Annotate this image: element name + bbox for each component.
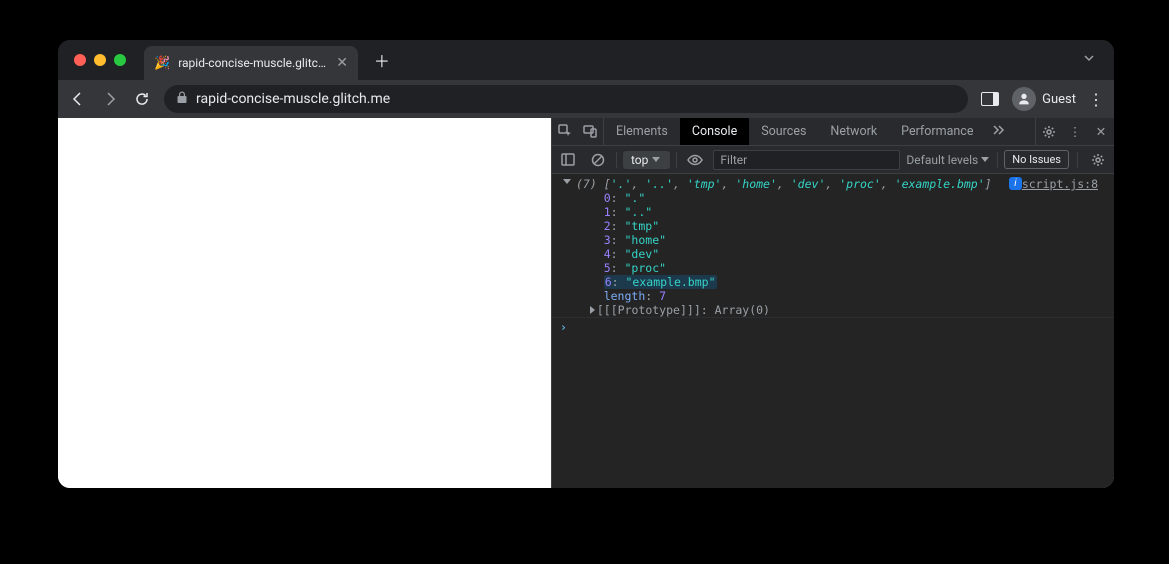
- tab-network[interactable]: Network: [818, 118, 889, 145]
- close-tab-button[interactable]: ✕: [336, 55, 348, 71]
- browser-tab[interactable]: 🎉 rapid-concise-muscle.glitch.m ✕: [144, 46, 358, 80]
- console-array-entry[interactable]: 2: "tmp": [552, 219, 1114, 233]
- inspect-element-button[interactable]: [552, 118, 578, 145]
- chevron-down-icon: [652, 157, 660, 162]
- side-panel-button[interactable]: [980, 89, 1000, 109]
- clear-console-button[interactable]: [586, 146, 610, 173]
- console-array-entry[interactable]: 4: "dev": [552, 247, 1114, 261]
- console-prompt[interactable]: ›: [552, 317, 1114, 336]
- profile-label: Guest: [1042, 92, 1076, 107]
- forward-button[interactable]: [100, 89, 120, 109]
- more-tabs-button[interactable]: [985, 123, 1011, 141]
- profile-chip[interactable]: Guest: [1012, 87, 1076, 111]
- device-toolbar-button[interactable]: [578, 118, 604, 145]
- prompt-chevron-icon: ›: [560, 320, 567, 334]
- gear-icon: [1042, 125, 1056, 139]
- filter-placeholder: Filter: [720, 153, 747, 167]
- tab-sources[interactable]: Sources: [749, 118, 818, 145]
- double-chevron-right-icon: [991, 123, 1005, 137]
- devtools-panel: Elements Console Sources Network Perform…: [551, 118, 1114, 488]
- close-window-button[interactable]: [74, 54, 86, 66]
- reload-button[interactable]: [132, 89, 152, 109]
- console-filter-input[interactable]: Filter: [713, 150, 900, 170]
- arrow-left-icon: [69, 90, 87, 108]
- browser-toolbar: rapid-concise-muscle.glitch.me Guest ⋮: [58, 80, 1114, 118]
- tab-strip: 🎉 rapid-concise-muscle.glitch.m ✕ ＋: [58, 40, 1114, 80]
- avatar-icon: [1012, 87, 1036, 111]
- source-link[interactable]: script.js:8: [1022, 177, 1106, 191]
- execution-context-selector[interactable]: top: [623, 151, 670, 169]
- window-controls: [74, 54, 126, 66]
- expand-toggle-icon[interactable]: [563, 179, 571, 184]
- log-levels-selector[interactable]: Default levels: [906, 153, 991, 167]
- reload-icon: [134, 91, 150, 107]
- tab-performance[interactable]: Performance: [889, 118, 985, 145]
- maximize-window-button[interactable]: [114, 54, 126, 66]
- console-length-row: length: 7: [552, 289, 1114, 303]
- panel-icon: [981, 92, 999, 106]
- tab-title: rapid-concise-muscle.glitch.m: [178, 56, 328, 70]
- expand-toggle-icon[interactable]: [590, 306, 595, 314]
- sidebar-icon: [561, 153, 575, 166]
- lock-icon: [176, 91, 188, 107]
- tab-elements[interactable]: Elements: [604, 118, 680, 145]
- minimize-window-button[interactable]: [94, 54, 106, 66]
- console-sidebar-toggle[interactable]: [556, 146, 580, 173]
- tab-console[interactable]: Console: [680, 118, 749, 145]
- new-tab-button[interactable]: ＋: [374, 48, 390, 72]
- content-area: Elements Console Sources Network Perform…: [58, 118, 1114, 488]
- chevron-down-icon: [1082, 51, 1096, 65]
- info-badge-icon[interactable]: i: [1009, 177, 1022, 190]
- console-array-entry[interactable]: 5: "proc": [552, 261, 1114, 275]
- devtools-tabs: Elements Console Sources Network Perform…: [552, 118, 1114, 146]
- levels-label: Default levels: [906, 153, 978, 167]
- gear-icon: [1091, 153, 1105, 167]
- page-viewport[interactable]: [58, 118, 551, 488]
- console-array-entry[interactable]: 3: "home": [552, 233, 1114, 247]
- devtools-settings-button[interactable]: [1036, 118, 1062, 145]
- devtools-menu-button[interactable]: ⋮: [1062, 118, 1088, 145]
- clear-icon: [591, 153, 605, 167]
- url-text: rapid-concise-muscle.glitch.me: [196, 91, 390, 107]
- browser-window: 🎉 rapid-concise-muscle.glitch.m ✕ ＋ rapi…: [58, 40, 1114, 488]
- console-prototype-row[interactable]: [[[Prototype]]]: Array(0): [552, 303, 1114, 317]
- live-expression-button[interactable]: [683, 146, 707, 173]
- address-bar[interactable]: rapid-concise-muscle.glitch.me: [164, 85, 968, 113]
- chevron-down-icon: [981, 157, 989, 162]
- devtools-close-button[interactable]: ✕: [1088, 118, 1114, 145]
- console-settings-button[interactable]: [1086, 146, 1110, 173]
- console-array-entry[interactable]: 6: "example.bmp": [552, 275, 1114, 289]
- context-label: top: [631, 153, 648, 167]
- issues-label: No Issues: [1012, 153, 1061, 166]
- browser-menu-button[interactable]: ⋮: [1088, 90, 1104, 109]
- inspect-icon: [558, 124, 573, 139]
- back-button[interactable]: [68, 89, 88, 109]
- favicon-icon: 🎉: [154, 56, 170, 71]
- console-toolbar: top Filter Default levels No Issues: [552, 146, 1114, 174]
- console-array-entry[interactable]: 1: "..": [552, 205, 1114, 219]
- console-array-entry[interactable]: 0: ".": [552, 191, 1114, 205]
- tabs-dropdown-button[interactable]: [1082, 51, 1096, 69]
- eye-icon: [687, 154, 703, 166]
- console-output[interactable]: (7) ['.', '..', 'tmp', 'home', 'dev', 'p…: [552, 174, 1114, 488]
- console-log-summary[interactable]: (7) ['.', '..', 'tmp', 'home', 'dev', 'p…: [552, 177, 1114, 191]
- issues-button[interactable]: No Issues: [1004, 150, 1069, 169]
- arrow-right-icon: [101, 90, 119, 108]
- device-icon: [583, 124, 598, 139]
